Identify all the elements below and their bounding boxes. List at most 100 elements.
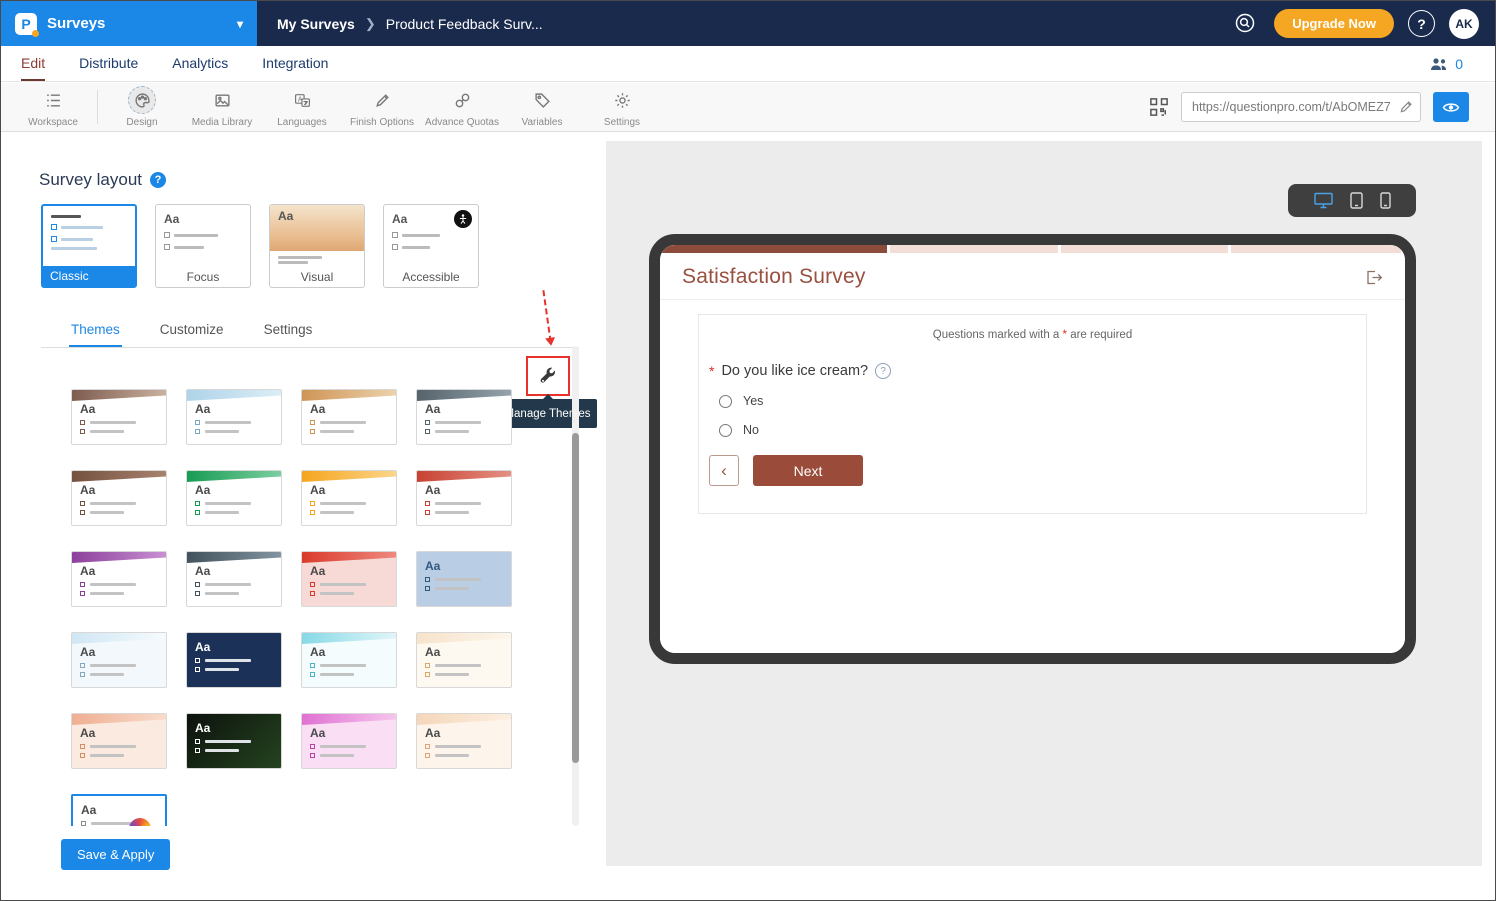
- theme-line: [90, 511, 124, 514]
- theme-sample-text: Aa: [417, 482, 511, 497]
- search-icon[interactable]: [1232, 10, 1260, 38]
- workspace-icon: [39, 86, 67, 114]
- theme-scrollbar-track[interactable]: [572, 346, 579, 826]
- theme-color-band: [302, 633, 396, 644]
- toolbar-item-design[interactable]: Design: [102, 86, 182, 128]
- progress-segment: [1231, 245, 1401, 253]
- theme-color-band: [72, 633, 166, 644]
- theme-swatch[interactable]: Aa: [186, 389, 282, 445]
- manage-themes-button[interactable]: [526, 356, 570, 396]
- theme-line: [90, 421, 136, 424]
- theme-sample-text: Aa: [302, 725, 396, 740]
- content-area: Survey layout ? Classic Aa Focus: [1, 132, 1495, 901]
- theme-swatch[interactable]: Aa: [71, 632, 167, 688]
- focus-thumbnail: Aa: [156, 205, 250, 267]
- tab-analytics[interactable]: Analytics: [172, 46, 228, 81]
- theme-swatch[interactable]: Aa: [71, 713, 167, 769]
- theme-swatch[interactable]: Aa: [301, 470, 397, 526]
- next-button[interactable]: Next: [753, 455, 863, 486]
- toolbar-item-workspace[interactable]: Workspace: [13, 86, 93, 128]
- theme-sample-text: Aa: [417, 725, 511, 740]
- theme-swatch[interactable]: Aa: [301, 632, 397, 688]
- qr-code-icon[interactable]: [1149, 97, 1169, 117]
- answer-option-yes[interactable]: Yes: [719, 394, 1366, 408]
- progress-segment: [660, 245, 887, 253]
- theme-sample-text: Aa: [187, 482, 281, 497]
- breadcrumb-survey-name[interactable]: Product Feedback Surv...: [386, 16, 543, 32]
- theme-line: [205, 583, 251, 586]
- save-apply-button[interactable]: Save & Apply: [61, 839, 170, 870]
- theme-scrollbar-thumb[interactable]: [572, 433, 579, 763]
- layout-option-classic[interactable]: Classic: [41, 204, 137, 288]
- theme-checkbox-mark: [310, 663, 315, 668]
- theme-line: [90, 754, 124, 757]
- tablet-preview-icon[interactable]: [1350, 192, 1363, 209]
- tab-edit[interactable]: Edit: [21, 46, 45, 81]
- theme-swatch[interactable]: Aa: [301, 551, 397, 607]
- theme-swatch[interactable]: Aa: [416, 551, 512, 607]
- theme-sample-text: Aa: [302, 401, 396, 416]
- exit-survey-icon[interactable]: [1366, 270, 1383, 285]
- theme-checkbox-mark: [80, 753, 85, 758]
- theme-swatch[interactable]: Aa: [186, 713, 282, 769]
- product-switcher[interactable]: P Surveys ▾: [1, 1, 257, 46]
- theme-swatch[interactable]: Aa: [416, 632, 512, 688]
- layout-help-icon[interactable]: ?: [150, 172, 166, 188]
- theme-swatch[interactable]: Aa: [71, 794, 167, 826]
- theme-checkbox-mark: [195, 748, 200, 753]
- theme-sample-text: Aa: [417, 552, 511, 573]
- theme-line: [435, 511, 469, 514]
- theme-swatch[interactable]: Aa: [416, 470, 512, 526]
- theme-swatch[interactable]: Aa: [301, 389, 397, 445]
- layout-option-focus[interactable]: Aa Focus: [155, 204, 251, 288]
- avatar[interactable]: AK: [1449, 9, 1479, 39]
- toolbar-item-languages[interactable]: A Languages: [262, 86, 342, 128]
- theme-sample-text: Aa: [417, 401, 511, 416]
- desktop-preview-icon[interactable]: [1314, 192, 1333, 209]
- theme-swatch[interactable]: Aa: [186, 632, 282, 688]
- edit-url-pencil-icon[interactable]: [1399, 99, 1414, 114]
- back-button[interactable]: ‹: [709, 455, 739, 486]
- toolbar-item-variables[interactable]: Variables: [502, 86, 582, 128]
- theme-swatch[interactable]: Aa: [71, 470, 167, 526]
- theme-line: [435, 421, 481, 424]
- mobile-preview-icon[interactable]: [1380, 192, 1391, 209]
- question-text: Do you like ice cream?: [721, 363, 868, 379]
- theme-swatch[interactable]: Aa: [301, 713, 397, 769]
- theme-swatch[interactable]: Aa: [416, 713, 512, 769]
- theme-color-band: [72, 471, 166, 482]
- help-button[interactable]: ?: [1408, 10, 1435, 37]
- upgrade-now-button[interactable]: Upgrade Now: [1274, 9, 1394, 38]
- radio-no[interactable]: [719, 424, 732, 437]
- theme-swatch[interactable]: Aa: [71, 551, 167, 607]
- theme-swatch[interactable]: Aa: [416, 389, 512, 445]
- theme-sample-text: Aa: [72, 482, 166, 497]
- survey-url-input[interactable]: [1181, 92, 1421, 122]
- tab-themes[interactable]: Themes: [69, 314, 122, 347]
- answer-option-no[interactable]: No: [719, 423, 1366, 437]
- breadcrumb-my-surveys[interactable]: My Surveys: [277, 16, 355, 32]
- tab-theme-settings[interactable]: Settings: [262, 314, 315, 347]
- tab-customize[interactable]: Customize: [158, 314, 226, 347]
- theme-swatch[interactable]: Aa: [186, 551, 282, 607]
- collaborators-icon[interactable]: [1429, 57, 1449, 71]
- theme-checkbox-mark: [425, 510, 430, 515]
- layout-option-visual[interactable]: Aa Visual: [269, 204, 365, 288]
- theme-swatch[interactable]: Aa: [186, 470, 282, 526]
- toolbar-item-settings[interactable]: Settings: [582, 86, 662, 128]
- radio-yes[interactable]: [719, 395, 732, 408]
- question-required-asterisk: *: [709, 363, 714, 379]
- device-toggle: [1288, 184, 1416, 217]
- theme-line: [205, 668, 239, 671]
- question-help-icon[interactable]: ?: [875, 363, 891, 379]
- toolbar-item-finish-options[interactable]: Finish Options: [342, 86, 422, 128]
- tab-integration[interactable]: Integration: [262, 46, 328, 81]
- toolbar-item-advance-quotas[interactable]: Advance Quotas: [422, 86, 502, 128]
- theme-line: [90, 592, 124, 595]
- theme-swatch[interactable]: Aa: [71, 389, 167, 445]
- tab-distribute[interactable]: Distribute: [79, 46, 138, 81]
- preview-eye-button[interactable]: [1433, 92, 1469, 122]
- layout-option-accessible[interactable]: Aa Accessible: [383, 204, 479, 288]
- theme-line: [435, 587, 469, 590]
- toolbar-item-media-library[interactable]: Media Library: [182, 86, 262, 128]
